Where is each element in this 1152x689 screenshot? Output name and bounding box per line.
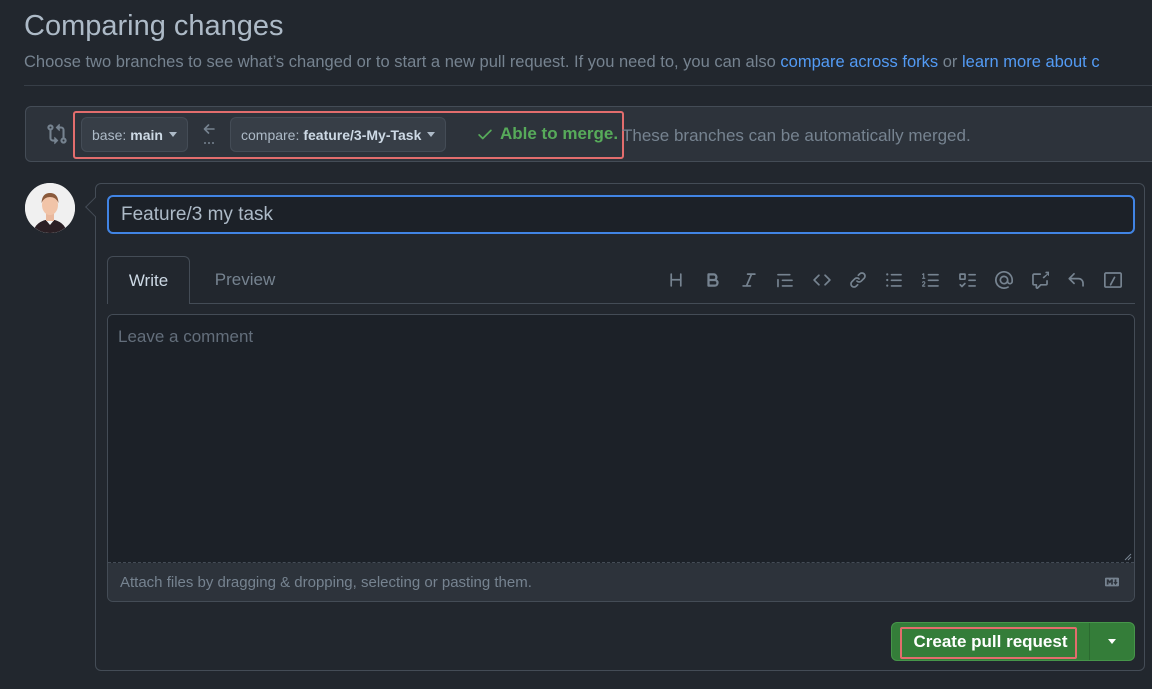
file-attachment-bar[interactable]: Attach files by dragging & dropping, sel… — [108, 563, 1134, 601]
tab-write[interactable]: Write — [107, 256, 190, 304]
heading-icon[interactable] — [658, 268, 694, 292]
compare-branch-selector[interactable]: compare: feature/3-My-Task — [230, 117, 447, 152]
highlight-annotation — [900, 627, 1077, 659]
page-subtitle: Choose two branches to see what’s change… — [24, 53, 1100, 72]
subtitle-text: Choose two branches to see what’s change… — [24, 53, 776, 71]
compare-prefix: compare: — [241, 126, 300, 143]
slash-commands-icon[interactable] — [1095, 268, 1131, 292]
arrow-left-icon — [203, 124, 215, 144]
merge-note: These branches can be automatically merg… — [622, 126, 971, 145]
base-branch-name: main — [130, 126, 163, 143]
reply-icon[interactable] — [1058, 268, 1094, 292]
tab-divider — [190, 303, 1135, 304]
base-branch-selector[interactable]: base: main — [81, 117, 188, 152]
comment-editor: Attach files by dragging & dropping, sel… — [107, 314, 1135, 602]
learn-more-link[interactable]: learn more about c — [962, 53, 1100, 71]
branch-range-editor: base: main compare: feature/3-My-Task Ab… — [25, 106, 1152, 162]
chevron-down-icon — [1108, 639, 1116, 644]
italic-icon[interactable] — [731, 268, 767, 292]
create-pr-button-group: Create pull request — [891, 622, 1135, 661]
quote-icon[interactable] — [767, 268, 803, 292]
pull-request-form: Write Preview — [85, 183, 1145, 671]
merge-status-label: Able to merge. — [500, 124, 619, 143]
comment-textarea[interactable] — [108, 315, 1134, 563]
link-icon[interactable] — [840, 268, 876, 292]
markdown-toolbar — [658, 268, 1131, 292]
compare-branch-name: feature/3-My-Task — [303, 126, 422, 143]
resize-handle-icon[interactable] — [1122, 551, 1132, 561]
ordered-list-icon[interactable] — [913, 268, 949, 292]
attach-hint: Attach files by dragging & dropping, sel… — [120, 574, 532, 591]
pr-title-input[interactable] — [107, 195, 1135, 234]
merge-status: Able to merge. — [476, 124, 618, 144]
check-icon — [478, 129, 492, 140]
header-divider — [24, 85, 1152, 86]
task-list-icon[interactable] — [949, 268, 985, 292]
mention-icon[interactable] — [985, 268, 1021, 292]
user-avatar-image — [25, 183, 75, 233]
page-title: Comparing changes — [24, 10, 284, 42]
compare-across-forks-link[interactable]: compare across forks — [780, 53, 938, 71]
bold-icon[interactable] — [694, 268, 730, 292]
avatar — [25, 183, 75, 233]
tab-preview[interactable]: Preview — [197, 256, 293, 304]
chevron-down-icon — [427, 132, 436, 137]
chevron-down-icon — [168, 132, 177, 137]
cross-reference-icon[interactable] — [1022, 268, 1058, 292]
create-pr-options-button[interactable] — [1090, 623, 1134, 660]
git-compare-icon — [47, 123, 67, 145]
code-icon[interactable] — [803, 268, 839, 292]
subtitle-or: or — [942, 53, 958, 71]
comment-pointer — [85, 197, 105, 217]
unordered-list-icon[interactable] — [876, 268, 912, 292]
markdown-icon[interactable] — [1102, 575, 1122, 589]
editor-tabs: Write Preview — [107, 256, 1135, 304]
base-prefix: base: — [92, 126, 127, 143]
